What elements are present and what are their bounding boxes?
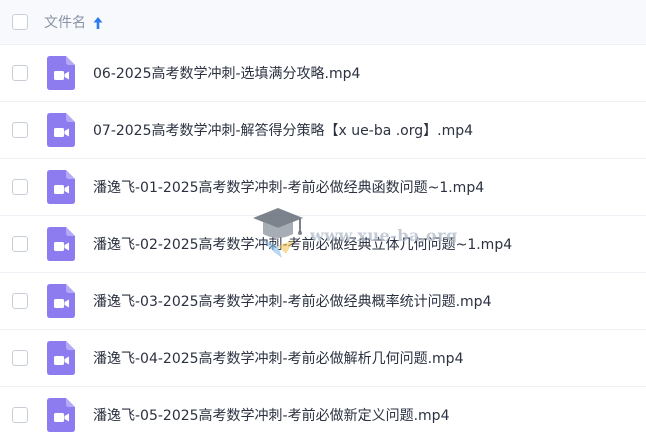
- file-row[interactable]: 06-2025高考数学冲刺-选填满分攻略.mp4: [0, 45, 646, 102]
- file-name[interactable]: 潘逸飞-01-2025高考数学冲刺-考前必做经典函数问题~1.mp4: [93, 177, 484, 197]
- list-header: 文件名: [0, 0, 646, 45]
- video-file-icon: [47, 341, 75, 375]
- video-file-icon: [47, 56, 75, 90]
- file-name[interactable]: 潘逸飞-05-2025高考数学冲刺-考前必做新定义问题.mp4: [93, 405, 449, 425]
- select-all-checkbox[interactable]: [12, 14, 28, 30]
- row-checkbox[interactable]: [12, 65, 28, 81]
- sort-ascending-icon[interactable]: [92, 15, 104, 29]
- file-list: 文件名 06-2025高考数学冲刺-选填满分攻略.mp4 07-2025高考数学…: [0, 0, 646, 436]
- file-row[interactable]: 潘逸飞-01-2025高考数学冲刺-考前必做经典函数问题~1.mp4: [0, 159, 646, 216]
- file-name[interactable]: 潘逸飞-04-2025高考数学冲刺-考前必做解析几何问题.mp4: [93, 348, 463, 368]
- file-row[interactable]: 潘逸飞-04-2025高考数学冲刺-考前必做解析几何问题.mp4: [0, 330, 646, 387]
- file-name[interactable]: 潘逸飞-03-2025高考数学冲刺-考前必做经典概率统计问题.mp4: [93, 291, 491, 311]
- row-checkbox[interactable]: [12, 122, 28, 138]
- file-name[interactable]: 潘逸飞-02-2025高考数学冲刺-考前必做经典立体几何问题~1.mp4: [93, 234, 512, 254]
- file-row[interactable]: 07-2025高考数学冲刺-解答得分策略【x ue-ba .org】.mp4: [0, 102, 646, 159]
- video-file-icon: [47, 227, 75, 261]
- row-checkbox[interactable]: [12, 350, 28, 366]
- video-file-icon: [47, 284, 75, 318]
- row-checkbox[interactable]: [12, 293, 28, 309]
- column-header-filename[interactable]: 文件名: [44, 12, 86, 32]
- file-row[interactable]: 潘逸飞-05-2025高考数学冲刺-考前必做新定义问题.mp4: [0, 387, 646, 436]
- file-row[interactable]: 潘逸飞-03-2025高考数学冲刺-考前必做经典概率统计问题.mp4: [0, 273, 646, 330]
- file-row[interactable]: 潘逸飞-02-2025高考数学冲刺-考前必做经典立体几何问题~1.mp4: [0, 216, 646, 273]
- file-name[interactable]: 06-2025高考数学冲刺-选填满分攻略.mp4: [93, 63, 360, 83]
- row-checkbox[interactable]: [12, 179, 28, 195]
- row-checkbox[interactable]: [12, 236, 28, 252]
- file-name[interactable]: 07-2025高考数学冲刺-解答得分策略【x ue-ba .org】.mp4: [93, 120, 473, 140]
- video-file-icon: [47, 113, 75, 147]
- row-checkbox[interactable]: [12, 407, 28, 423]
- video-file-icon: [47, 170, 75, 204]
- video-file-icon: [47, 398, 75, 432]
